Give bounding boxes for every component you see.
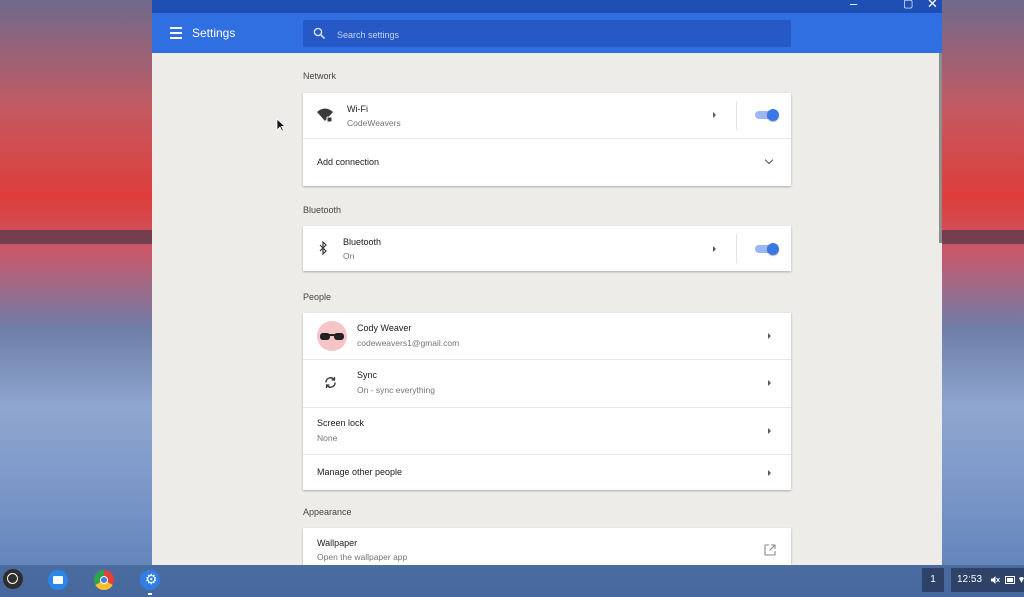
files-app-icon[interactable] xyxy=(48,570,68,590)
account-row[interactable]: Cody Weaver codeweavers1@gmail.com xyxy=(303,313,791,359)
mouse-cursor-icon xyxy=(276,118,286,132)
avatar xyxy=(317,321,347,351)
section-title-appearance: Appearance xyxy=(303,507,352,517)
search-input[interactable] xyxy=(335,20,779,49)
chevron-down-icon[interactable] xyxy=(764,155,774,165)
active-indicator xyxy=(148,593,152,595)
minimize-icon[interactable]: – xyxy=(850,0,857,11)
bluetooth-toggle[interactable] xyxy=(755,243,779,255)
open-external-icon[interactable] xyxy=(764,544,776,556)
add-connection-row[interactable]: Add connection xyxy=(303,138,791,186)
shelf: ⚙ 1 12:53 xyxy=(0,565,1024,597)
battery-icon xyxy=(1005,576,1015,584)
sunglasses-icon xyxy=(320,333,344,340)
launcher-icon[interactable] xyxy=(3,569,23,589)
bluetooth-label: Bluetooth xyxy=(343,237,382,247)
network-card: Wi-Fi CodeWeavers Add connection xyxy=(303,93,791,186)
sync-label: Sync xyxy=(357,370,378,380)
account-email: codeweavers1@gmail.com xyxy=(357,338,460,348)
scrollbar[interactable] xyxy=(939,53,942,243)
sync-arrow-icon[interactable] xyxy=(768,380,771,386)
search-icon xyxy=(313,27,326,40)
app-title: Settings xyxy=(192,26,236,40)
desktop-wallpaper-right xyxy=(942,0,1024,565)
bluetooth-arrow-icon[interactable] xyxy=(713,246,716,252)
wallpaper-row[interactable]: Wallpaper Open the wallpaper app xyxy=(303,528,791,565)
screen-lock-row[interactable]: Screen lock None xyxy=(303,407,791,454)
people-card: Cody Weaver codeweavers1@gmail.com Sync … xyxy=(303,313,791,490)
clock: 12:53 xyxy=(957,574,983,585)
menu-icon[interactable] xyxy=(170,27,182,39)
sync-status: On - sync everything xyxy=(357,385,435,395)
wifi-toggle[interactable] xyxy=(755,109,779,121)
wifi-network-name: CodeWeavers xyxy=(347,118,401,128)
manage-people-label: Manage other people xyxy=(317,467,403,477)
window-titlebar[interactable]: – ▢ ✕ xyxy=(152,0,942,13)
wallpaper-status: Open the wallpaper app xyxy=(317,552,408,562)
screen-lock-arrow-icon[interactable] xyxy=(768,428,771,434)
sync-icon xyxy=(325,377,336,388)
mute-icon xyxy=(991,576,1000,584)
account-arrow-icon[interactable] xyxy=(768,333,771,339)
desktop-wallpaper-left xyxy=(0,0,152,565)
settings-window: – ▢ ✕ Settings Network Wi-Fi CodeWeavers xyxy=(152,0,942,565)
gear-icon: ⚙ xyxy=(145,571,158,587)
bluetooth-icon xyxy=(319,241,327,255)
screen-lock-label: Screen lock xyxy=(317,418,365,428)
chrome-app-icon[interactable] xyxy=(94,570,114,590)
app-header: Settings xyxy=(152,13,942,53)
section-title-network: Network xyxy=(303,71,337,81)
add-connection-label: Add connection xyxy=(317,157,380,167)
search-bar[interactable] xyxy=(303,20,791,49)
divider xyxy=(736,101,737,130)
screen-lock-status: None xyxy=(317,433,338,443)
maximize-icon[interactable]: ▢ xyxy=(903,0,913,11)
bluetooth-status: On xyxy=(343,251,355,261)
section-title-people: People xyxy=(303,292,332,302)
notification-count[interactable]: 1 xyxy=(922,568,944,592)
wifi-label: Wi-Fi xyxy=(347,104,368,114)
wifi-icon xyxy=(317,108,333,123)
account-name: Cody Weaver xyxy=(357,323,412,333)
sync-row[interactable]: Sync On - sync everything xyxy=(303,359,791,407)
section-title-bluetooth: Bluetooth xyxy=(303,205,342,215)
manage-people-row[interactable]: Manage other people xyxy=(303,454,791,490)
divider xyxy=(736,234,737,263)
settings-app-icon[interactable]: ⚙ xyxy=(140,570,160,590)
bluetooth-card: Bluetooth On xyxy=(303,226,791,271)
wallpaper-label: Wallpaper xyxy=(317,538,358,548)
close-icon[interactable]: ✕ xyxy=(927,0,938,11)
status-tray[interactable]: 12:53 xyxy=(951,568,1024,592)
wifi-arrow-icon[interactable] xyxy=(713,112,716,118)
bluetooth-row[interactable]: Bluetooth On xyxy=(303,226,791,271)
manage-people-arrow-icon[interactable] xyxy=(768,470,771,476)
wifi-status-icon xyxy=(1019,577,1024,583)
wifi-row[interactable]: Wi-Fi CodeWeavers xyxy=(303,93,791,138)
appearance-card: Wallpaper Open the wallpaper app xyxy=(303,528,791,565)
